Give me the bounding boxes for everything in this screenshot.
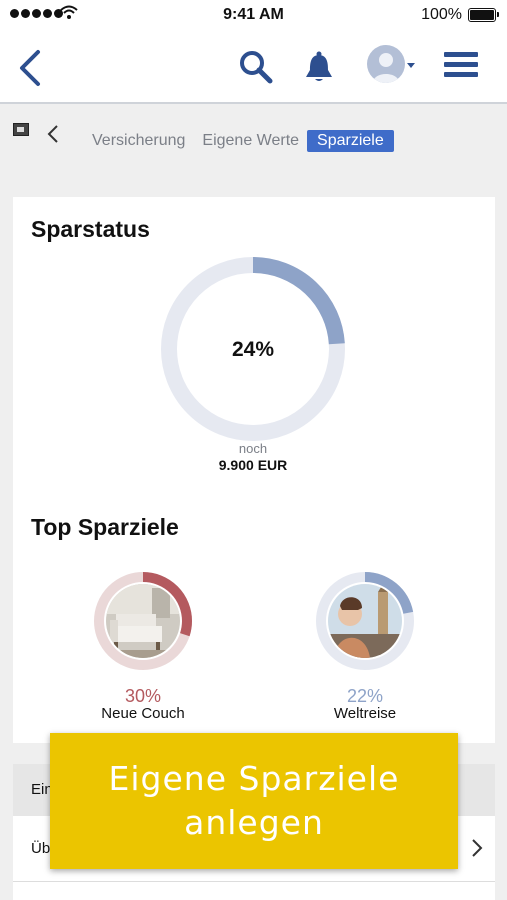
- goal-couch-percent: 30%: [124, 686, 162, 706]
- back-chevron-icon[interactable]: [14, 48, 50, 88]
- list-item-label: Üb: [31, 840, 51, 857]
- sparstatus-title: Sparstatus: [31, 216, 150, 242]
- create-savings-goal-button[interactable]: Eigene Sparziele anlegen: [50, 733, 458, 869]
- battery-icon: [468, 8, 499, 22]
- goal-weltreise-percent: 22%: [346, 686, 384, 706]
- remaining-label: noch: [238, 441, 268, 456]
- sparstatus-percent: 24%: [231, 338, 275, 361]
- bell-icon[interactable]: [302, 50, 336, 84]
- tab-eigene-werte[interactable]: Eigene Werte: [202, 132, 299, 150]
- tab-sparziele[interactable]: Sparziele: [307, 130, 394, 152]
- goal-couch-name: Neue Couch: [101, 705, 185, 722]
- top-nav-bar: [0, 30, 507, 104]
- hamburger-menu-icon[interactable]: [444, 52, 478, 82]
- avatar-silhouette-icon: [373, 53, 399, 83]
- breadcrumb-tabs: Versicherung Eigene Werte Sparziele: [92, 130, 411, 152]
- status-bar: 9:41 AM 100%: [0, 0, 507, 30]
- breadcrumb-back-icon[interactable]: [46, 124, 60, 144]
- tab-versicherung[interactable]: Versicherung: [92, 132, 185, 150]
- remaining-currency: EUR: [257, 457, 288, 473]
- cta-label-line2: anlegen: [184, 803, 324, 842]
- caret-down-icon[interactable]: [407, 63, 415, 68]
- remaining-value: 9.900: [218, 457, 254, 473]
- search-icon[interactable]: [239, 50, 273, 84]
- goal-weltreise-name: Weltreise: [333, 705, 397, 722]
- user-avatar[interactable]: [367, 45, 405, 83]
- remaining-amount: 9.900 EUR: [160, 457, 346, 473]
- top-sparziele-title: Top Sparziele: [31, 514, 179, 540]
- couch-photo: [106, 584, 180, 658]
- cta-label-line1: Eigene Sparziele: [108, 759, 400, 798]
- battery-percent: 100%: [421, 6, 462, 23]
- section-image-icon: [13, 123, 29, 136]
- travel-photo: [328, 584, 402, 658]
- chevron-right-icon: [472, 839, 483, 857]
